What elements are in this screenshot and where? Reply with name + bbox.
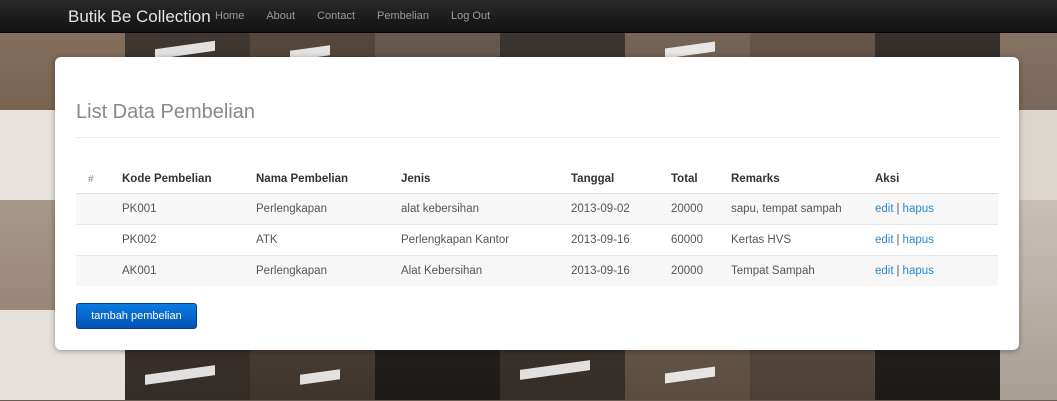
header-remarks: Remarks: [731, 165, 875, 194]
title-divider: [76, 137, 998, 138]
header-index: #: [76, 165, 122, 194]
cell-total: 20000: [671, 193, 731, 225]
cell-kode: PK001: [122, 193, 256, 225]
cell-jenis: Alat Kebersihan: [401, 255, 571, 286]
header-nama: Nama Pembelian: [256, 165, 401, 194]
cell-aksi: edit | hapus: [875, 224, 998, 256]
cell-jenis: Perlengkapan Kantor: [401, 224, 571, 256]
table-header-row: # Kode Pembelian Nama Pembelian Jenis Ta…: [76, 165, 998, 194]
action-separator: |: [896, 234, 900, 246]
header-total: Total: [671, 165, 731, 194]
cell-remarks: sapu, tempat sampah: [731, 193, 875, 225]
cell-aksi: edit | hapus: [875, 255, 998, 286]
edit-link[interactable]: edit: [875, 203, 894, 215]
cell-tanggal: 2013-09-02: [571, 193, 671, 225]
header-tanggal: Tanggal: [571, 165, 671, 194]
cell-kode: PK002: [122, 224, 256, 256]
cell-remarks: Tempat Sampah: [731, 255, 875, 286]
page-title: List Data Pembelian: [76, 101, 255, 123]
delete-link[interactable]: hapus: [903, 265, 934, 277]
cell-index: [76, 224, 122, 256]
table-row: PK001 Perlengkapan alat kebersihan 2013-…: [76, 193, 998, 225]
cell-nama: ATK: [256, 224, 401, 256]
table-row: PK002 ATK Perlengkapan Kantor 2013-09-16…: [76, 224, 998, 256]
cell-remarks: Kertas HVS: [731, 224, 875, 256]
cell-tanggal: 2013-09-16: [571, 224, 671, 256]
cell-aksi: edit | hapus: [875, 193, 998, 225]
brand-link[interactable]: Butik Be Collection: [68, 7, 211, 27]
nav-link-about[interactable]: About: [266, 10, 295, 22]
cell-total: 20000: [671, 255, 731, 286]
top-navbar: Butik Be Collection Home About Contact P…: [0, 0, 1057, 33]
header-aksi: Aksi: [875, 165, 998, 194]
edit-link[interactable]: edit: [875, 234, 894, 246]
cell-nama: Perlengkapan: [256, 193, 401, 225]
nav-link-home[interactable]: Home: [215, 10, 244, 22]
cell-index: [76, 193, 122, 225]
cell-index: [76, 255, 122, 286]
purchase-table: # Kode Pembelian Nama Pembelian Jenis Ta…: [76, 165, 998, 286]
cell-total: 60000: [671, 224, 731, 256]
cell-jenis: alat kebersihan: [401, 193, 571, 225]
table-row: AK001 Perlengkapan Alat Kebersihan 2013-…: [76, 255, 998, 286]
cell-nama: Perlengkapan: [256, 255, 401, 286]
cell-tanggal: 2013-09-16: [571, 255, 671, 286]
nav-links: Home About Contact Pembelian Log Out: [215, 10, 512, 22]
action-separator: |: [896, 203, 900, 215]
cell-kode: AK001: [122, 255, 256, 286]
edit-link[interactable]: edit: [875, 265, 894, 277]
nav-link-logout[interactable]: Log Out: [451, 10, 490, 22]
nav-link-contact[interactable]: Contact: [317, 10, 355, 22]
delete-link[interactable]: hapus: [903, 234, 934, 246]
header-kode: Kode Pembelian: [122, 165, 256, 194]
header-jenis: Jenis: [401, 165, 571, 194]
add-purchase-button[interactable]: tambah pembelian: [76, 303, 197, 329]
delete-link[interactable]: hapus: [903, 203, 934, 215]
content-panel: List Data Pembelian # Kode Pembelian Nam…: [55, 57, 1019, 350]
action-separator: |: [896, 265, 900, 277]
nav-link-pembelian[interactable]: Pembelian: [377, 10, 429, 22]
